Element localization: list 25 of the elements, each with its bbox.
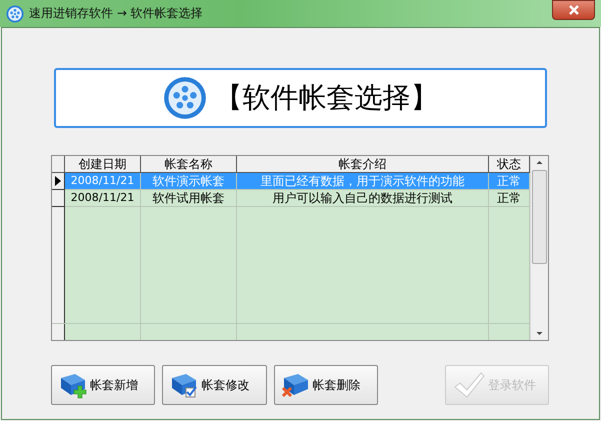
- table-cell: 软件演示帐套: [141, 173, 237, 190]
- table-cell: 用户可以输入自己的数据进行测试: [237, 190, 489, 207]
- delete-button[interactable]: 帐套删除: [274, 365, 378, 405]
- banner-title: 【软件帐套选择】: [214, 80, 438, 116]
- table-cell: 里面已经有数据，用于演示软件的功能: [237, 173, 489, 190]
- table-cell: 正常: [489, 190, 530, 207]
- column-header[interactable]: 帐套介绍: [237, 156, 489, 173]
- header-corner: [52, 156, 65, 173]
- table-cell: 2008/11/21: [65, 173, 141, 190]
- column-header[interactable]: 创建日期: [65, 156, 141, 173]
- table-cell: 软件试用帐套: [141, 190, 237, 207]
- close-button[interactable]: [552, 0, 595, 20]
- close-icon: [568, 5, 578, 15]
- row-indicator[interactable]: [52, 173, 65, 190]
- edit-button[interactable]: 帐套修改: [162, 365, 266, 405]
- table-cell: 正常: [489, 173, 530, 190]
- row-pointer-icon: [55, 176, 61, 186]
- column-header[interactable]: 帐套名称: [141, 156, 237, 173]
- column-header[interactable]: 状态: [489, 156, 530, 173]
- window-title: 速用进销存软件 → 软件帐套选择: [29, 5, 204, 22]
- add-button[interactable]: 帐套新增: [51, 365, 156, 405]
- row-indicator[interactable]: [52, 190, 65, 207]
- scrollbar[interactable]: [530, 156, 548, 340]
- checkmark-icon: [452, 371, 486, 399]
- table-cell: 2008/11/21: [65, 190, 141, 207]
